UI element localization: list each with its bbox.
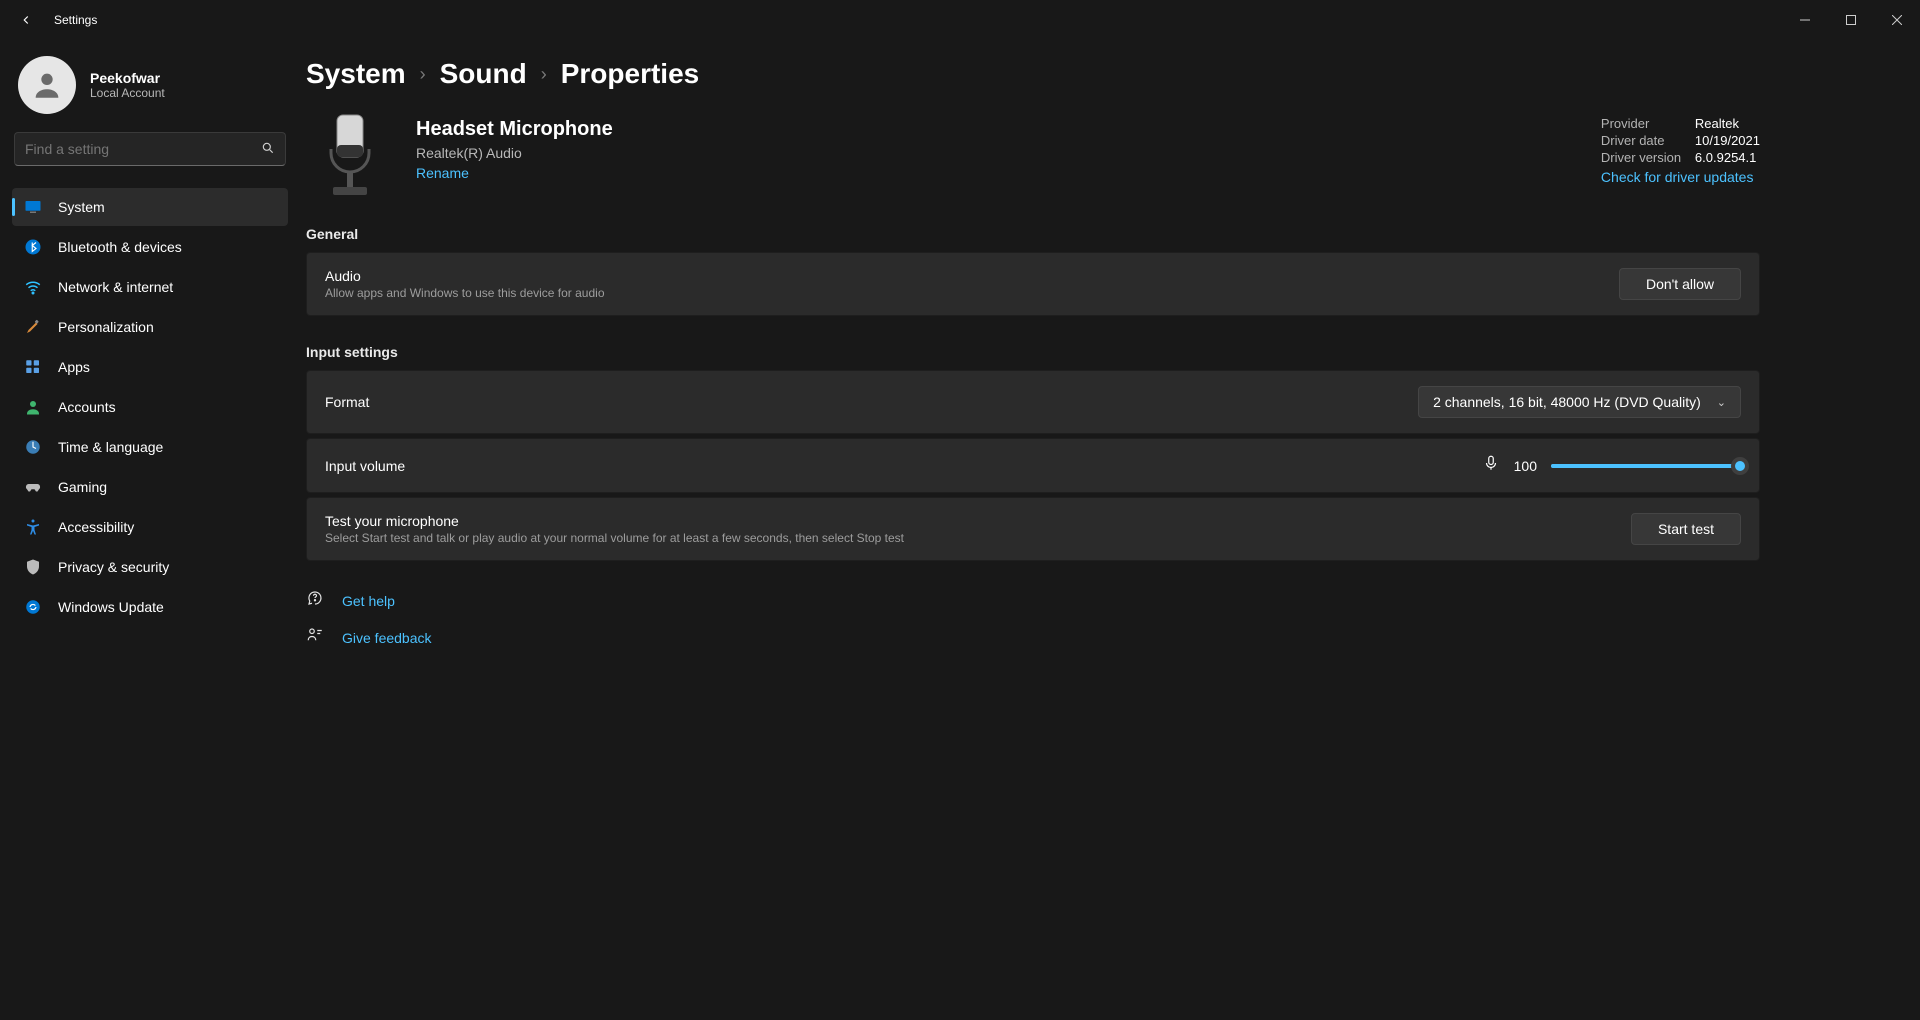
input-volume-value: 100 (1514, 458, 1537, 474)
nav-item-system[interactable]: System (12, 188, 288, 226)
user-account-type: Local Account (90, 86, 165, 100)
chevron-down-icon: ⌄ (1717, 396, 1726, 409)
search-box[interactable] (14, 132, 286, 166)
close-button[interactable] (1874, 4, 1920, 36)
get-help-link[interactable]: Get help (342, 593, 395, 609)
chevron-right-icon: › (541, 64, 547, 85)
wifi-icon (24, 278, 42, 296)
help-icon (306, 589, 324, 612)
input-volume-slider[interactable] (1551, 464, 1741, 468)
nav-item-gaming[interactable]: Gaming (12, 468, 288, 506)
nav-item-privacy[interactable]: Privacy & security (12, 548, 288, 586)
user-account-row[interactable]: Peekofwar Local Account (12, 48, 288, 132)
user-name: Peekofwar (90, 70, 165, 86)
input-volume-label: Input volume (325, 458, 405, 474)
back-button[interactable] (14, 8, 38, 32)
driver-date-value: 10/19/2021 (1695, 133, 1760, 148)
clock-globe-icon (24, 438, 42, 456)
nav-item-accessibility[interactable]: Accessibility (12, 508, 288, 546)
maximize-button[interactable] (1828, 4, 1874, 36)
feedback-icon (306, 626, 324, 649)
shield-icon (24, 558, 42, 576)
dont-allow-button[interactable]: Don't allow (1619, 268, 1741, 300)
check-driver-updates-link[interactable]: Check for driver updates (1601, 169, 1760, 185)
search-input[interactable] (25, 141, 261, 157)
audio-description: Allow apps and Windows to use this devic… (325, 286, 605, 300)
sidebar: Peekofwar Local Account System Bluetooth… (0, 40, 300, 1020)
titlebar: Settings (0, 0, 1920, 40)
test-microphone-description: Select Start test and talk or play audio… (325, 531, 904, 545)
monitor-icon (24, 198, 42, 216)
driver-provider-value: Realtek (1695, 116, 1760, 131)
accessibility-icon (24, 518, 42, 536)
search-icon (261, 141, 275, 158)
microphone-icon (306, 112, 394, 200)
nav-item-personalization[interactable]: Personalization (12, 308, 288, 346)
nav-label: Accounts (58, 399, 116, 415)
window-title: Settings (54, 13, 97, 27)
person-icon (24, 398, 42, 416)
nav-item-time[interactable]: Time & language (12, 428, 288, 466)
give-feedback-link[interactable]: Give feedback (342, 630, 432, 646)
window-controls (1782, 4, 1920, 36)
driver-version-value: 6.0.9254.1 (1695, 150, 1760, 165)
nav-label: Network & internet (58, 279, 173, 295)
test-microphone-title: Test your microphone (325, 513, 904, 529)
nav-list: System Bluetooth & devices Network & int… (12, 188, 288, 626)
rename-link[interactable]: Rename (416, 165, 613, 181)
nav-label: Privacy & security (58, 559, 169, 575)
minimize-button[interactable] (1782, 4, 1828, 36)
bluetooth-icon (24, 238, 42, 256)
avatar (18, 56, 76, 114)
slider-thumb[interactable] (1731, 457, 1749, 475)
main-content: System › Sound › Properties Headset Micr… (300, 40, 1920, 1020)
audio-title: Audio (325, 268, 605, 284)
breadcrumb-sound[interactable]: Sound (440, 58, 527, 90)
format-label: Format (325, 394, 369, 410)
test-microphone-card: Test your microphone Select Start test a… (306, 497, 1760, 561)
nav-item-network[interactable]: Network & internet (12, 268, 288, 306)
nav-label: Bluetooth & devices (58, 239, 182, 255)
chevron-right-icon: › (420, 64, 426, 85)
nav-item-windows-update[interactable]: Windows Update (12, 588, 288, 626)
format-selected-value: 2 channels, 16 bit, 48000 Hz (DVD Qualit… (1433, 394, 1701, 410)
section-general: General (306, 226, 1760, 242)
breadcrumb-system[interactable]: System (306, 58, 406, 90)
driver-version-label: Driver version (1601, 150, 1691, 165)
driver-info: Provider Realtek Driver date 10/19/2021 … (1601, 116, 1760, 185)
nav-label: Personalization (58, 319, 154, 335)
nav-label: Windows Update (58, 599, 164, 615)
format-card: Format 2 channels, 16 bit, 48000 Hz (DVD… (306, 370, 1760, 434)
nav-label: System (58, 199, 105, 215)
footer-links: Get help Give feedback (306, 589, 1760, 649)
update-icon (24, 598, 42, 616)
nav-label: Apps (58, 359, 90, 375)
nav-item-bluetooth[interactable]: Bluetooth & devices (12, 228, 288, 266)
audio-permission-card: Audio Allow apps and Windows to use this… (306, 252, 1760, 316)
driver-provider-label: Provider (1601, 116, 1691, 131)
nav-label: Gaming (58, 479, 107, 495)
driver-date-label: Driver date (1601, 133, 1691, 148)
nav-label: Accessibility (58, 519, 134, 535)
section-input-settings: Input settings (306, 344, 1760, 360)
format-dropdown[interactable]: 2 channels, 16 bit, 48000 Hz (DVD Qualit… (1418, 386, 1741, 418)
microphone-small-icon[interactable] (1482, 454, 1500, 477)
nav-item-apps[interactable]: Apps (12, 348, 288, 386)
gamepad-icon (24, 478, 42, 496)
input-volume-card: Input volume 100 (306, 438, 1760, 493)
nav-item-accounts[interactable]: Accounts (12, 388, 288, 426)
device-header: Headset Microphone Realtek(R) Audio Rena… (306, 112, 1760, 200)
start-test-button[interactable]: Start test (1631, 513, 1741, 545)
paintbrush-icon (24, 318, 42, 336)
device-driver-name: Realtek(R) Audio (416, 145, 613, 161)
nav-label: Time & language (58, 439, 163, 455)
breadcrumb-properties: Properties (561, 58, 700, 90)
breadcrumb: System › Sound › Properties (306, 58, 1760, 90)
device-name: Headset Microphone (416, 118, 613, 141)
apps-icon (24, 358, 42, 376)
